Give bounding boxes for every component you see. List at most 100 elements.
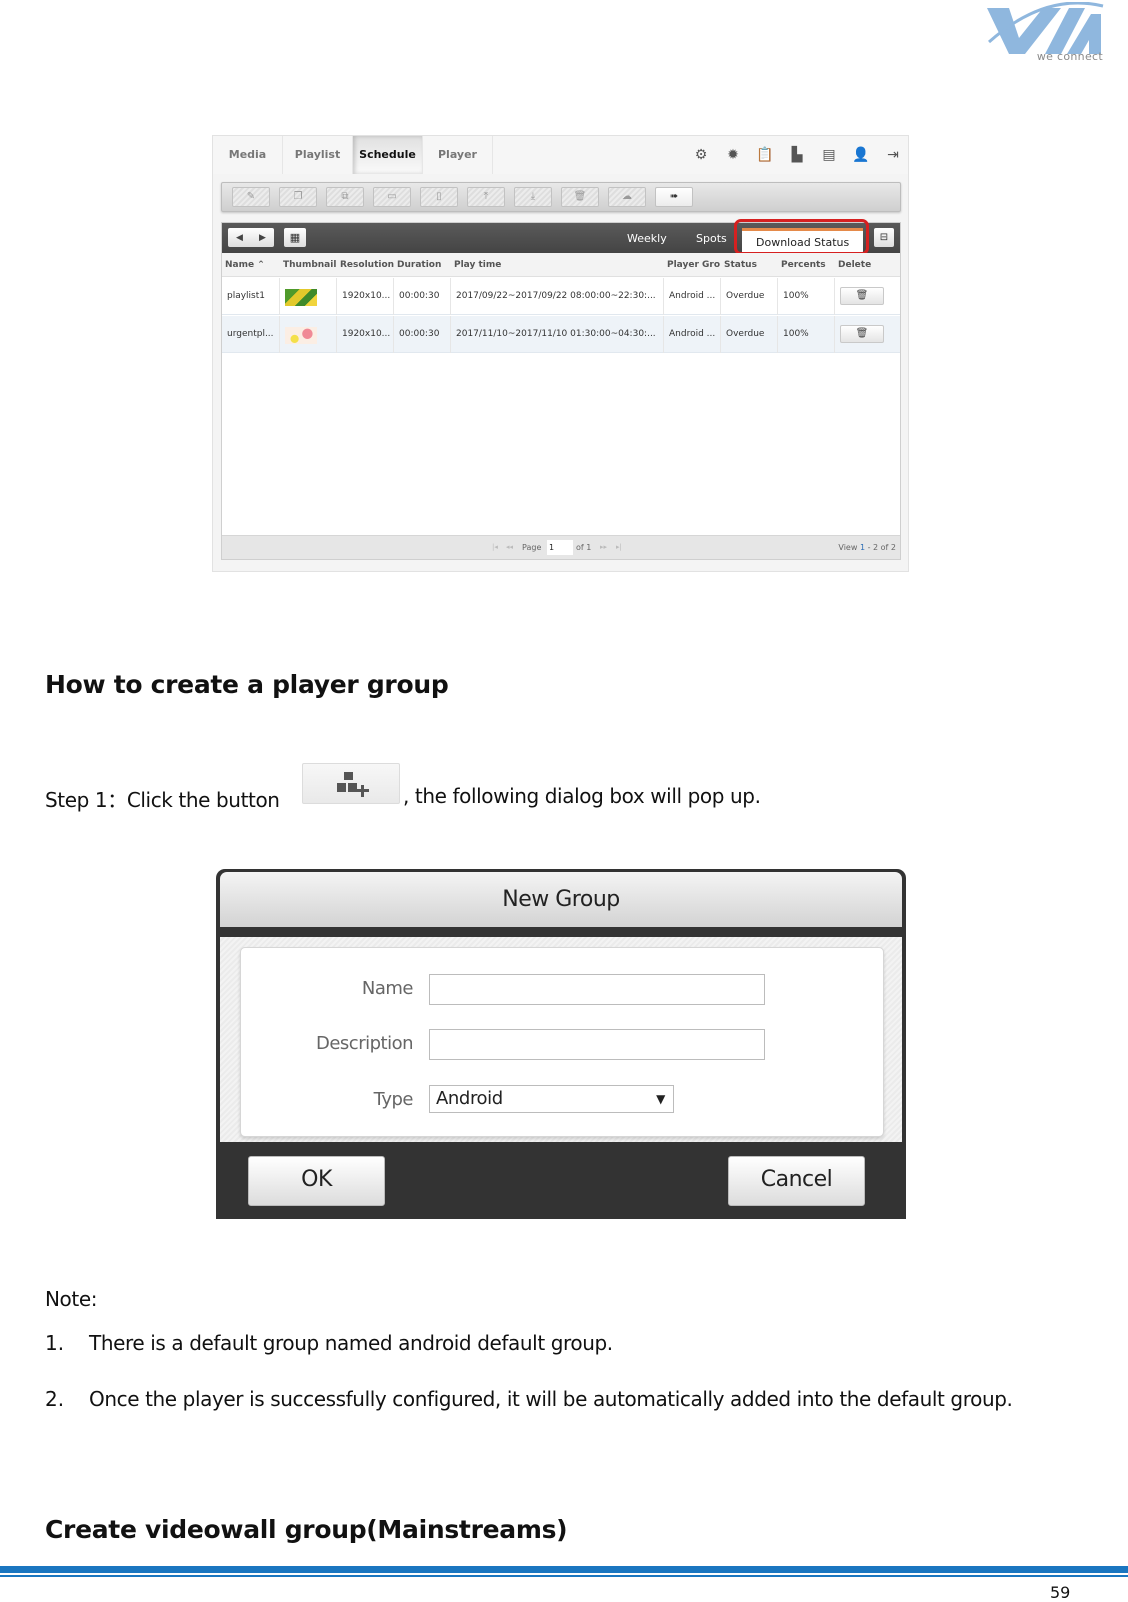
cell-percents: 100% <box>778 316 835 353</box>
cell-duration: 00:00:30 <box>394 278 451 315</box>
dialog-form-panel: Name Description Type Android ▼ <box>240 947 884 1137</box>
page-label: Page <box>522 543 542 552</box>
nav-tab-media[interactable]: Media <box>213 136 283 174</box>
bar-chart-icon[interactable]: ▙ <box>788 146 806 164</box>
trash-icon: 🗑 <box>855 328 869 339</box>
type-select[interactable]: Android ▼ <box>429 1085 674 1113</box>
description-input[interactable] <box>429 1029 765 1060</box>
cell-status: Overdue <box>721 316 778 353</box>
delete-toolbar-button[interactable]: 🗑 <box>561 187 599 207</box>
cancel-button[interactable]: Cancel <box>728 1156 865 1206</box>
page-number-input[interactable] <box>547 540 573 555</box>
cell-duration: 00:00:30 <box>394 316 451 353</box>
duplicate-button[interactable]: ⧉ <box>326 187 364 207</box>
col-header-player-group[interactable]: Player Gro <box>664 253 722 277</box>
col-header-name[interactable]: Name ⌃ <box>222 253 280 277</box>
nav-tab-player[interactable]: Player <box>423 136 493 174</box>
view-tab-spots[interactable]: Spots <box>696 223 727 253</box>
page-of-label: of 1 <box>576 543 592 552</box>
col-header-resolution[interactable]: Resolution <box>337 253 395 277</box>
cell-delete: 🗑 <box>835 316 901 353</box>
view-separator: - <box>867 543 871 552</box>
column-button[interactable]: ▯ <box>420 187 458 207</box>
prev-page-icon[interactable]: ◂◂ <box>506 543 513 551</box>
first-page-icon[interactable]: |◂ <box>492 543 498 551</box>
cell-status: Overdue <box>721 278 778 315</box>
clipboard-icon[interactable]: 📋 <box>756 146 774 164</box>
grid-header-bar: ◀ ▶ ▦ Weekly Spots Download Status ⊟ <box>222 219 900 255</box>
add-group-button-image <box>302 763 400 804</box>
col-header-play-time[interactable]: Play time <box>451 253 661 277</box>
grid-pager: |◂ ◂◂ Page of 1 ▸▸ ▸| View 1 - 2 of 2 <box>222 535 900 559</box>
note-2-text: Once the player is successfully configur… <box>89 1387 1013 1411</box>
dialog-title: New Group <box>220 872 902 927</box>
gear-icon[interactable]: ✹ <box>724 146 742 164</box>
type-label: Type <box>373 1089 414 1110</box>
action-toolbar: ✎ ❐ ⧉ ▭ ▯ ⤒ ⤓ 🗑 ☁ ➠ <box>221 182 901 212</box>
header-icon-group: ⚙ ✹ 📋 ▙ ▤ 👤 ⇥ <box>692 146 902 164</box>
nav-tab-schedule[interactable]: Schedule <box>353 136 423 174</box>
description-label: Description <box>315 1033 414 1054</box>
cell-resolution: 1920x10... <box>337 278 394 315</box>
cell-delete: 🗑 <box>835 278 901 315</box>
col-header-status[interactable]: Status <box>721 253 779 277</box>
top-navigation: Media Playlist Schedule Player ⚙ ✹ 📋 ▙ ▤… <box>213 136 908 174</box>
page-number: 59 <box>1050 1583 1071 1602</box>
trash-icon: 🗑 <box>855 290 869 301</box>
forward-button[interactable]: ➠ <box>655 187 693 207</box>
note-label: Note: <box>45 1287 98 1311</box>
schedule-screenshot: Media Playlist Schedule Player ⚙ ✹ 📋 ▙ ▤… <box>212 135 909 572</box>
last-page-icon[interactable]: ▸| <box>616 543 622 551</box>
prev-next-buttons: ◀ ▶ <box>228 228 274 247</box>
table-row[interactable]: urgentpl... 1920x10... 00:00:30 2017/11/… <box>222 316 900 353</box>
type-select-value: Android <box>436 1088 503 1109</box>
move-top-button[interactable]: ⤒ <box>467 187 505 207</box>
delete-row-button[interactable]: 🗑 <box>840 325 884 343</box>
step1-text-prefix: Step 1：Click the button <box>45 788 280 812</box>
copy-button[interactable]: ❐ <box>279 187 317 207</box>
note-1-number: 1. <box>45 1331 65 1355</box>
delete-row-button[interactable]: 🗑 <box>840 287 884 305</box>
cell-name: urgentpl... <box>222 316 280 353</box>
cell-resolution: 1920x10... <box>337 316 394 353</box>
next-page-icon[interactable]: ▸▸ <box>600 543 607 551</box>
col-header-thumbnail[interactable]: Thumbnail <box>280 253 338 277</box>
col-header-percents[interactable]: Percents <box>778 253 836 277</box>
move-bottom-button[interactable]: ⤓ <box>514 187 552 207</box>
user-icon[interactable]: 👤 <box>852 146 870 164</box>
next-arrow-icon[interactable]: ▶ <box>259 233 266 243</box>
align-button[interactable]: ▭ <box>373 187 411 207</box>
col-header-delete: Delete <box>838 260 872 270</box>
edit-button[interactable]: ✎ <box>232 187 270 207</box>
footer-rule <box>0 1566 1128 1573</box>
logout-icon[interactable]: ⇥ <box>884 146 902 164</box>
export-button[interactable]: ⊟ <box>874 228 894 247</box>
panel-icon[interactable]: ▤ <box>820 146 838 164</box>
footer-rule-thin <box>0 1575 1128 1577</box>
nav-tab-playlist[interactable]: Playlist <box>283 136 353 174</box>
cell-percents: 100% <box>778 278 835 315</box>
col-header-duration[interactable]: Duration <box>394 253 452 277</box>
name-input[interactable] <box>429 974 765 1005</box>
grid-column-headers: Name ⌃ Thumbnail Resolution Duration Pla… <box>222 253 900 277</box>
thumbnail-image <box>285 289 317 306</box>
step1-text-suffix: , the following dialog box will pop up. <box>403 784 761 808</box>
cloud-upload-button[interactable]: ☁ <box>608 187 646 207</box>
view-tab-weekly[interactable]: Weekly <box>627 223 667 253</box>
logo-tagline: we connect <box>1036 50 1103 63</box>
view-from: 1 <box>859 543 866 552</box>
prev-arrow-icon[interactable]: ◀ <box>236 233 243 243</box>
export-icon: ⊟ <box>879 232 889 243</box>
table-row[interactable]: playlist1 1920x10... 00:00:30 2017/09/22… <box>222 278 900 315</box>
settings-gears-icon[interactable]: ⚙ <box>692 146 710 164</box>
cell-player-group: Android ... <box>664 278 721 315</box>
note-2-number: 2. <box>45 1387 65 1411</box>
ok-button[interactable]: OK <box>248 1156 385 1206</box>
calendar-button[interactable]: ▦ <box>284 228 306 247</box>
cell-play-time: 2017/09/22~2017/09/22 08:00:00~22:30:... <box>451 278 664 315</box>
cell-player-group: Android ... <box>664 316 721 353</box>
highlight-annotation <box>734 219 869 255</box>
calendar-icon: ▦ <box>289 231 301 244</box>
cell-name: playlist1 <box>222 278 280 315</box>
note-1-text: There is a default group named android d… <box>89 1331 613 1355</box>
